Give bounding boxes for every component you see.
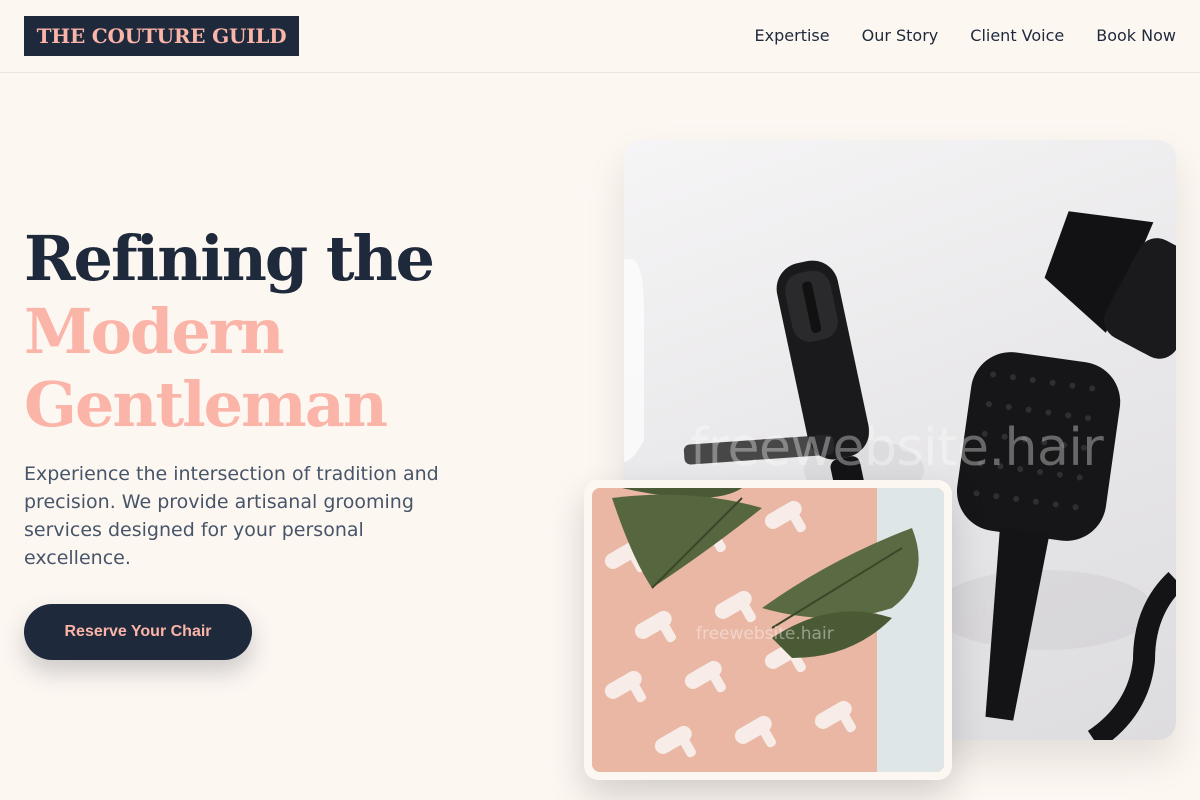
- main-photo-watermark: freewebsite.hair: [690, 418, 1104, 478]
- hero-title: Refining the Modern Gentleman: [24, 222, 484, 441]
- hero-description: Experience the intersection of tradition…: [24, 463, 439, 569]
- main-nav: Expertise Our Story Client Voice Book No…: [755, 26, 1176, 46]
- secondary-photo-watermark: freewebsite.hair: [696, 624, 834, 644]
- site-header: THE COUTURE GUILD Expertise Our Story Cl…: [0, 0, 1200, 73]
- site-logo[interactable]: THE COUTURE GUILD: [24, 16, 299, 56]
- hero-title-line-1: Refining the: [24, 222, 435, 295]
- nav-link-expertise[interactable]: Expertise: [755, 26, 830, 46]
- hero-title-line-2: Modern: [24, 295, 285, 368]
- nav-link-book-now[interactable]: Book Now: [1096, 26, 1176, 46]
- nav-link-our-story[interactable]: Our Story: [862, 26, 939, 46]
- reserve-chair-button[interactable]: Reserve Your Chair: [24, 604, 252, 660]
- nav-link-client-voice[interactable]: Client Voice: [970, 26, 1064, 46]
- hero-title-line-3: Gentleman: [24, 368, 388, 441]
